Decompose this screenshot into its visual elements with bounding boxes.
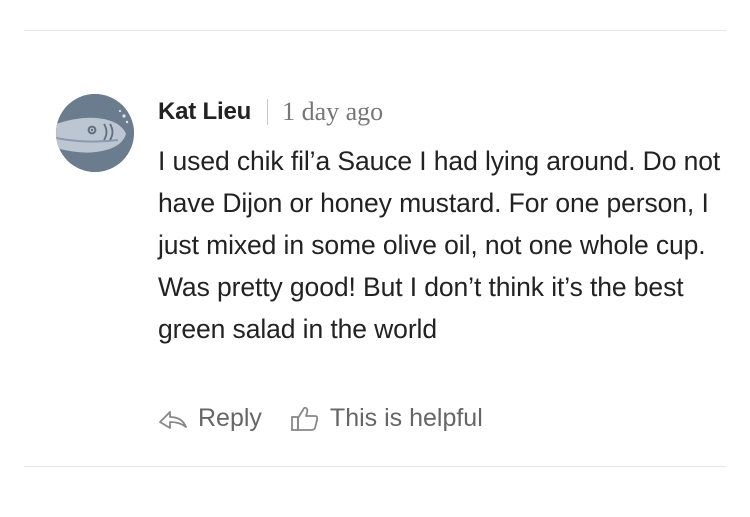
helpful-label: This is helpful [329, 404, 483, 432]
avatar[interactable] [56, 94, 134, 172]
comment-actions: Reply This is helpful [158, 404, 483, 433]
comment-timestamp: 1 day ago [282, 97, 384, 126]
comment-meta: Kat Lieu 1 day ago [158, 92, 728, 132]
meta-separator [267, 99, 269, 125]
author-name[interactable]: Kat Lieu [158, 98, 251, 126]
reply-button[interactable]: Reply [158, 404, 262, 433]
comment: Kat Lieu 1 day ago I used chik fil’a Sau… [158, 92, 728, 350]
reply-label: Reply [198, 404, 262, 432]
thumbs-up-icon [291, 406, 319, 431]
helpful-button[interactable]: This is helpful [290, 404, 483, 433]
bottom-divider [24, 466, 726, 467]
top-divider [24, 30, 726, 31]
reply-arrow-icon [159, 410, 187, 429]
fish-icon [56, 94, 134, 172]
comment-text: I used chik fil’a Sauce I had lying arou… [158, 146, 721, 344]
